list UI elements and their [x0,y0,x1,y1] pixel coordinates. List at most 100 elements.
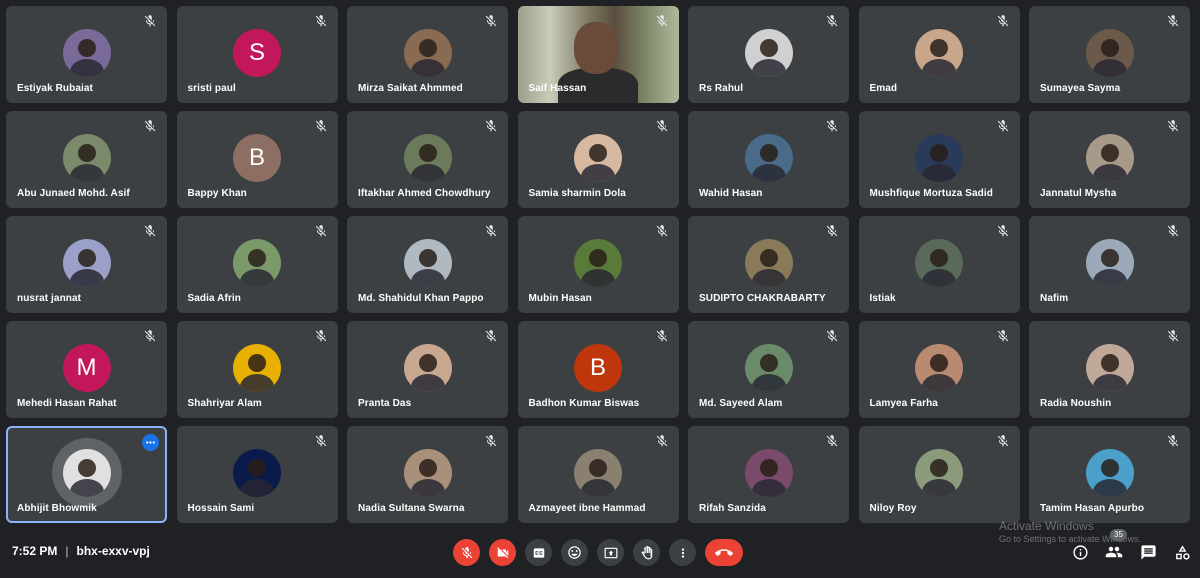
meeting-details-button[interactable] [1070,542,1090,562]
tile-more-options-button[interactable] [142,434,159,451]
participant-name: Nafim [1040,293,1069,304]
mic-off-icon [461,546,472,558]
avatar-initial: B [589,354,606,381]
participant-tile[interactable]: Pranta Das [347,321,508,418]
participant-name: Bappy Khan [187,188,247,199]
avatar-photo-head [1100,249,1119,267]
camera-toggle-button[interactable] [489,539,516,566]
participant-tile[interactable]: SUDIPTO CHAKRABARTY [688,216,849,313]
participant-avatar [744,344,793,392]
shapes-icon [1175,544,1190,560]
participant-tile[interactable]: Sadia Afrin [176,216,338,313]
participant-tile[interactable]: Lamyea Farha [858,321,1020,418]
avatar-photo-head [418,249,437,267]
muted-mic-icon [996,14,1010,28]
participant-name: Wahid Hasan [699,188,763,199]
avatar-photo-body [240,269,274,287]
leave-call-button[interactable] [705,539,743,566]
chat-icon [1140,544,1156,560]
participant-tile[interactable]: Sumayea Sayma [1029,6,1190,103]
avatar-photo-body [581,269,615,287]
participant-avatar [233,449,281,497]
clock-time: 7:52 PM [12,544,58,558]
muted-mic-icon [996,434,1010,448]
muted-mic-icon [1166,224,1180,238]
participant-tile[interactable]: nusrat jannat [6,216,167,313]
participant-avatar [1085,29,1134,77]
present-screen-button[interactable] [597,539,624,566]
participant-tile[interactable]: Azmayeet ibne Hammad [517,426,679,523]
participant-tile[interactable]: Radia Noushin [1029,321,1190,418]
muted-mic-icon [314,224,328,238]
participant-avatar [574,134,622,182]
participant-avatar [915,239,963,287]
participant-tile[interactable]: Tamim Hasan Apurbo [1029,426,1190,523]
participant-name: Azmayeet ibne Hammad [528,503,646,514]
participant-grid: Estiyak Rubaiat Ssristi paul Mirza Saikat … [6,6,1194,523]
participant-tile[interactable]: Mubin Hasan [517,216,679,313]
muted-mic-icon [484,224,498,238]
participant-avatar [1085,134,1134,182]
participant-tile[interactable]: Mushfique Mortuza Sadid [858,111,1020,208]
participant-tile[interactable]: Md. Sayeed Alam [688,321,849,418]
people-icon [1105,546,1123,558]
participant-name: Nadia Sultana Swarna [358,503,465,514]
participant-tile[interactable]: Nadia Sultana Swarna [347,426,508,523]
participant-tile[interactable]: Emad [858,6,1020,103]
participant-name: Hossain Sami [187,503,255,514]
participant-tile[interactable]: Istiak [858,216,1020,313]
muted-mic-icon [314,119,328,133]
more-options-button[interactable] [669,539,696,566]
participant-tile[interactable]: Abu Junaed Mohd. Asif [6,111,167,208]
emoji-icon [568,546,581,559]
avatar-photo-body [410,59,445,77]
participant-tile[interactable]: Nafim [1029,216,1190,313]
participant-tile[interactable]: Rs Rahul [688,6,849,103]
participant-tile[interactable]: Wahid Hasan [688,111,849,208]
participant-tile[interactable]: Rifah Sanzida [688,426,849,523]
avatar-photo-head [759,354,778,372]
avatar-photo-body [240,374,274,392]
participant-tile[interactable]: Samia sharmin Dola [517,111,679,208]
participant-tile[interactable]: B Bappy Khan [176,111,338,208]
muted-mic-icon [484,119,498,133]
participant-avatar [915,449,963,497]
camera-off-icon [496,546,508,558]
avatar-photo-head [248,354,266,372]
chat-button[interactable] [1138,542,1158,562]
avatar-initial: S [248,39,265,66]
participant-tile[interactable]: Md. Shahidul Khan Pappo [347,216,508,313]
participant-name: Iftakhar Ahmed Chowdhury [358,188,491,199]
captions-button[interactable] [525,539,552,566]
participant-tile[interactable]: Abhijit Bhowmik [6,426,167,523]
participant-tile[interactable]: Niloy Roy [858,426,1020,523]
muted-mic-icon [1166,14,1180,28]
participant-tile[interactable]: Saif Hassan [517,6,679,103]
muted-mic-icon [825,14,839,28]
participant-tile[interactable]: Estiyak Rubaiat [6,6,167,103]
avatar-photo-head [930,39,948,57]
participant-avatar [1085,449,1134,497]
meeting-code[interactable]: bhx-exxv-vpj [76,544,149,558]
participant-tile[interactable]: Ssristi paul [176,6,338,103]
avatar-photo-head [589,144,607,162]
participant-name: Mubin Hasan [528,293,592,304]
participant-tile[interactable]: Hossain Sami [176,426,338,523]
avatar-photo-body [410,269,445,287]
reactions-button[interactable] [561,539,588,566]
avatar-photo-head [589,249,607,267]
participant-avatar [574,449,622,497]
microphone-toggle-button[interactable] [453,539,480,566]
participant-tile[interactable]: Shahriyar Alam [176,321,338,418]
participant-tile[interactable]: M Mehedi Hasan Rahat [6,321,167,418]
activities-button[interactable] [1172,542,1192,562]
participant-tile[interactable]: Jannatul Mysha [1029,111,1190,208]
participant-tile[interactable]: B Badhon Kumar Biswas [517,321,679,418]
avatar-photo-head [759,249,778,267]
people-button[interactable]: 35 [1104,529,1127,562]
avatar-photo-head [1100,144,1119,162]
raise-hand-button[interactable] [633,539,660,566]
participant-tile[interactable]: Iftakhar Ahmed Chowdhury [347,111,508,208]
avatar-photo-head [418,354,437,372]
participant-tile[interactable]: Mirza Saikat Ahmmed [347,6,508,103]
